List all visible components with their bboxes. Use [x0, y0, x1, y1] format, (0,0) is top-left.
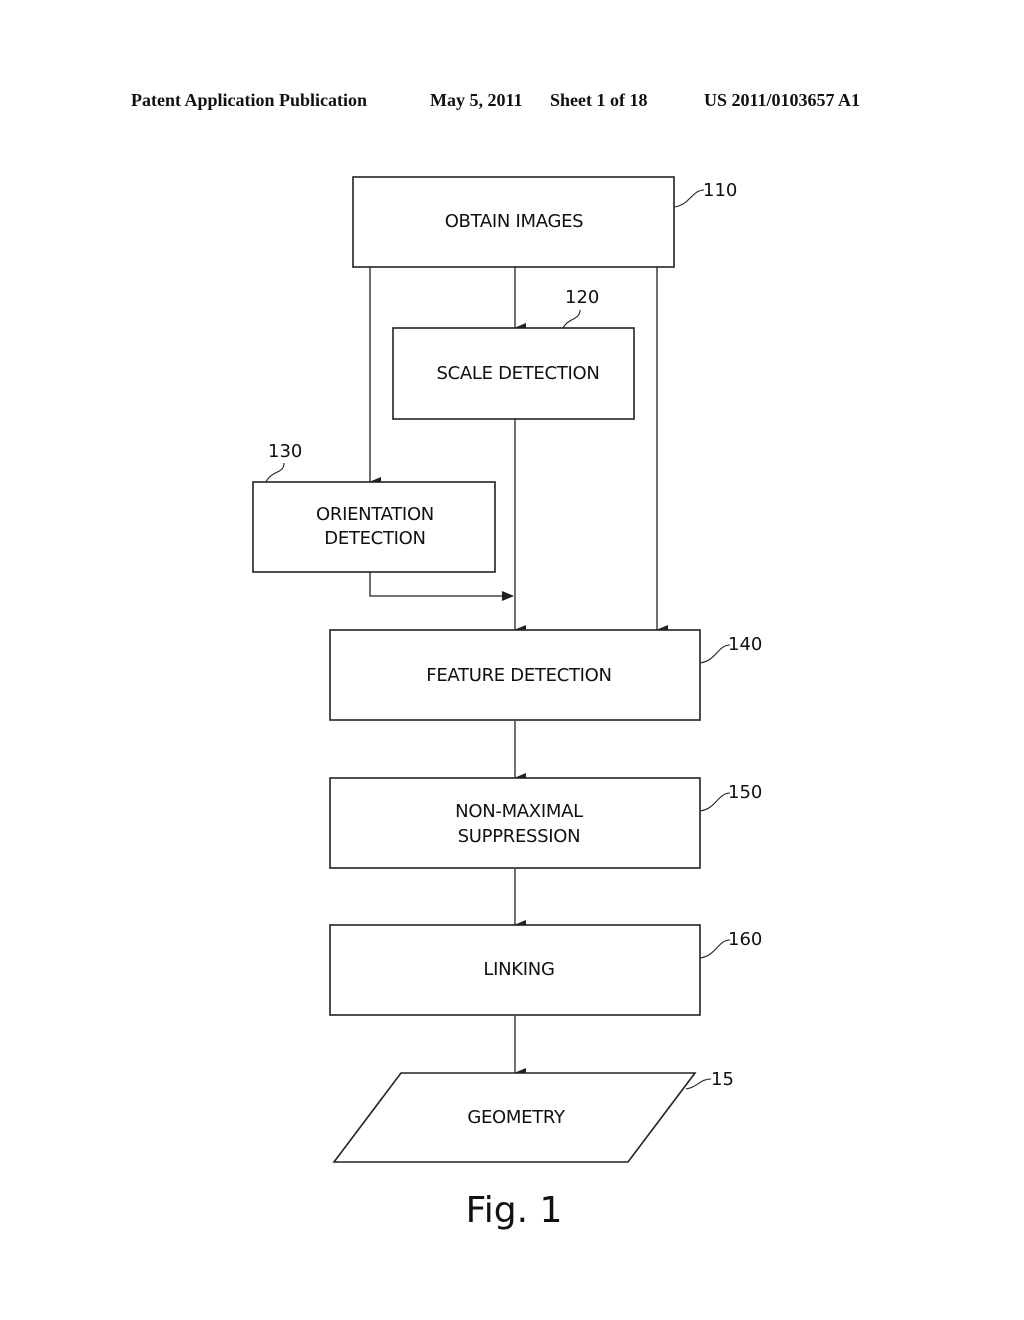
linking-label: LINKING	[483, 959, 554, 980]
arrow-orientation-to-feature	[369, 572, 514, 601]
ref-120: 120	[565, 287, 599, 308]
ref-150: 150	[728, 782, 762, 803]
ref-leader-140	[699, 644, 731, 664]
step-geometry: GEOMETRY 15	[332, 1069, 734, 1163]
ref-leader-110	[673, 189, 705, 208]
non-maximal-suppression-label-line2: SUPPRESSION	[458, 826, 581, 847]
step-non-maximal-suppression: NON-MAXIMAL SUPPRESSION 150	[329, 777, 762, 869]
ref-leader-150	[699, 792, 731, 812]
ref-140: 140	[728, 634, 762, 655]
geometry-label: GEOMETRY	[467, 1107, 566, 1128]
ref-leader-160	[699, 939, 731, 959]
feature-detection-label: FEATURE DETECTION	[426, 665, 611, 686]
step-feature-detection: FEATURE DETECTION 140	[329, 629, 762, 721]
orientation-detection-label-line1: ORIENTATION	[316, 504, 434, 525]
orientation-detection-label-line2: DETECTION	[324, 528, 425, 549]
step-scale-detection: SCALE DETECTION 120	[392, 287, 635, 420]
figure-caption: Fig. 1	[466, 1190, 563, 1231]
flowchart: OBTAIN IMAGES 110 SCALE DETECTION 120 OR…	[252, 176, 762, 1231]
orientation-detection-box	[252, 481, 496, 573]
step-orientation-detection: ORIENTATION DETECTION 130	[252, 441, 496, 573]
ref-130: 130	[268, 441, 302, 462]
non-maximal-suppression-box	[329, 777, 701, 869]
scale-detection-label: SCALE DETECTION	[436, 363, 599, 384]
ref-160: 160	[728, 929, 762, 950]
step-linking: LINKING 160	[329, 924, 762, 1016]
ref-leader-120	[562, 309, 581, 329]
obtain-images-label: OBTAIN IMAGES	[445, 211, 584, 232]
ref-leader-130	[265, 462, 285, 483]
step-obtain-images: OBTAIN IMAGES 110	[352, 176, 737, 268]
ref-110: 110	[703, 180, 737, 201]
ref-15: 15	[711, 1069, 734, 1090]
non-maximal-suppression-label-line1: NON-MAXIMAL	[455, 801, 583, 822]
